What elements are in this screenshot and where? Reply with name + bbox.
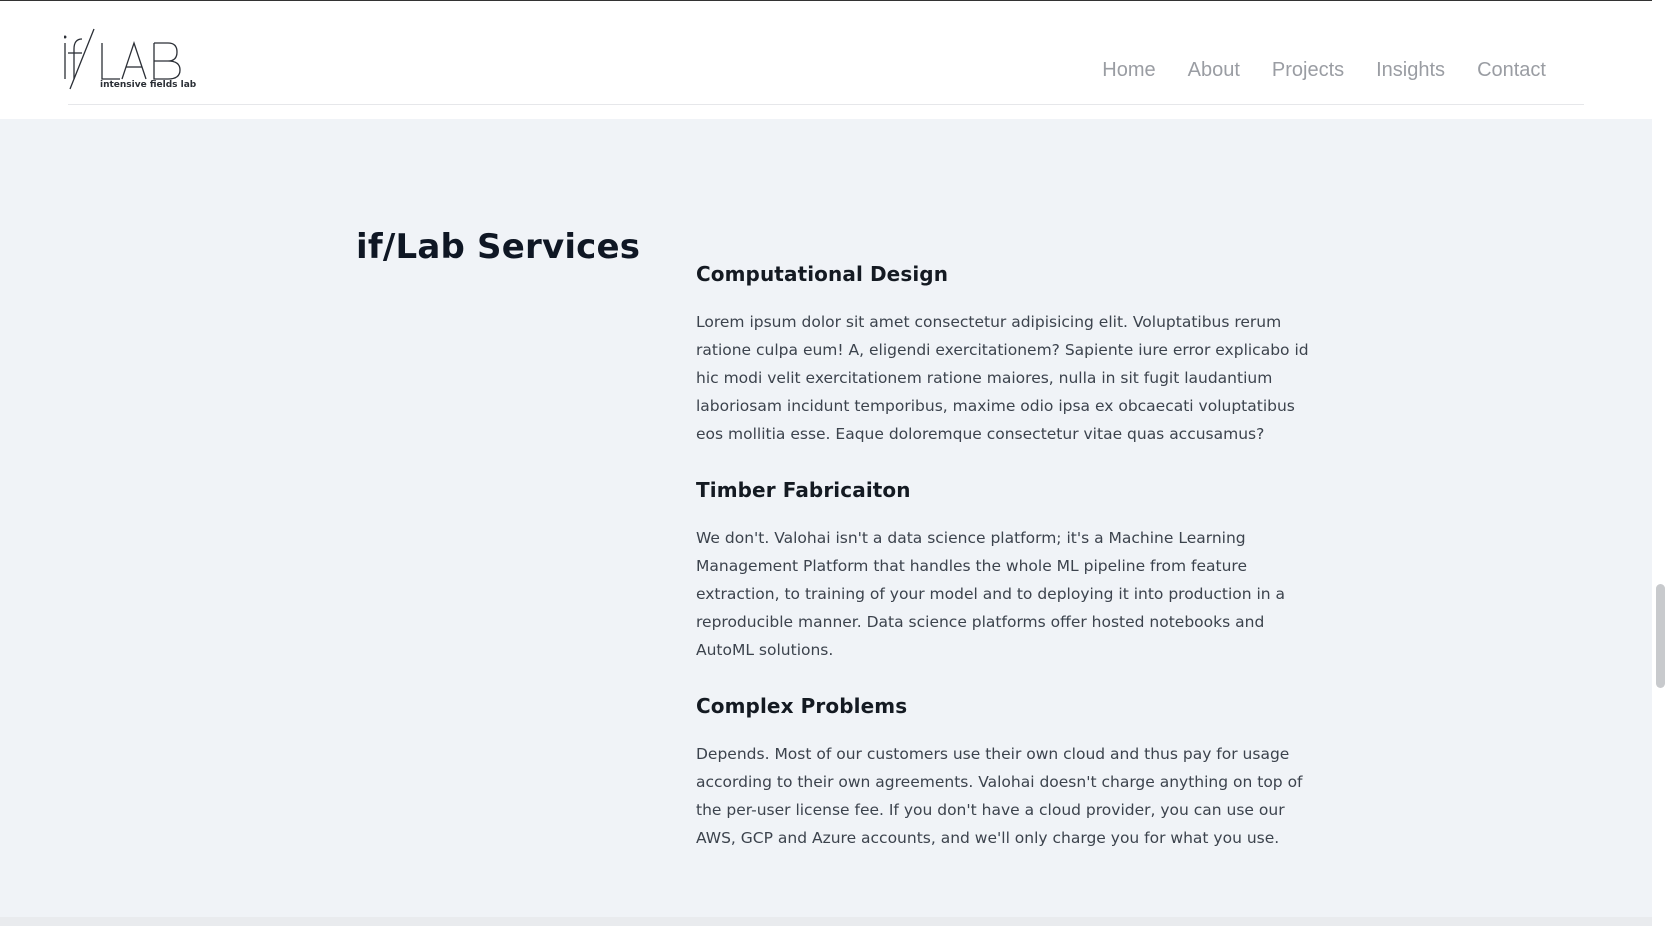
page-footer-edge [0, 917, 1652, 926]
nav-insights-link[interactable]: Insights [1376, 59, 1445, 82]
services-section: if/Lab Services Computational Design Lor… [0, 119, 1652, 917]
nav-home-link[interactable]: Home [1102, 59, 1155, 82]
service-item: Timber Fabricaiton We don't. Valohai isn… [696, 478, 1320, 664]
site-header: intensive fields lab Home About Projects… [0, 1, 1652, 119]
scrollbar-thumb[interactable] [1656, 584, 1665, 688]
service-item: Complex Problems Depends. Most of our cu… [696, 694, 1320, 852]
svg-text:intensive fields lab: intensive fields lab [100, 80, 197, 90]
nav-contact-link[interactable]: Contact [1477, 59, 1546, 82]
service-heading: Complex Problems [696, 694, 908, 718]
iflab-logo-icon: intensive fields lab [64, 28, 197, 90]
main-nav: Home About Projects Insights Contact [1070, 59, 1546, 82]
service-item: Computational Design Lorem ipsum dolor s… [696, 262, 1320, 448]
page-title: if/Lab Services [356, 227, 641, 267]
service-description: Depends. Most of our customers use their… [696, 745, 1303, 847]
service-heading: Timber Fabricaiton [696, 478, 911, 502]
service-description: We don't. Valohai isn't a data science p… [696, 529, 1286, 659]
header-divider [68, 104, 1584, 105]
vertical-scrollbar[interactable] [1652, 0, 1668, 926]
service-description: Lorem ipsum dolor sit amet consectetur a… [696, 313, 1309, 443]
site-logo[interactable]: intensive fields lab [64, 27, 204, 91]
services-list: Computational Design Lorem ipsum dolor s… [696, 262, 1320, 882]
nav-about-link[interactable]: About [1188, 59, 1240, 82]
nav-projects-link[interactable]: Projects [1272, 59, 1344, 82]
service-heading: Computational Design [696, 262, 949, 286]
